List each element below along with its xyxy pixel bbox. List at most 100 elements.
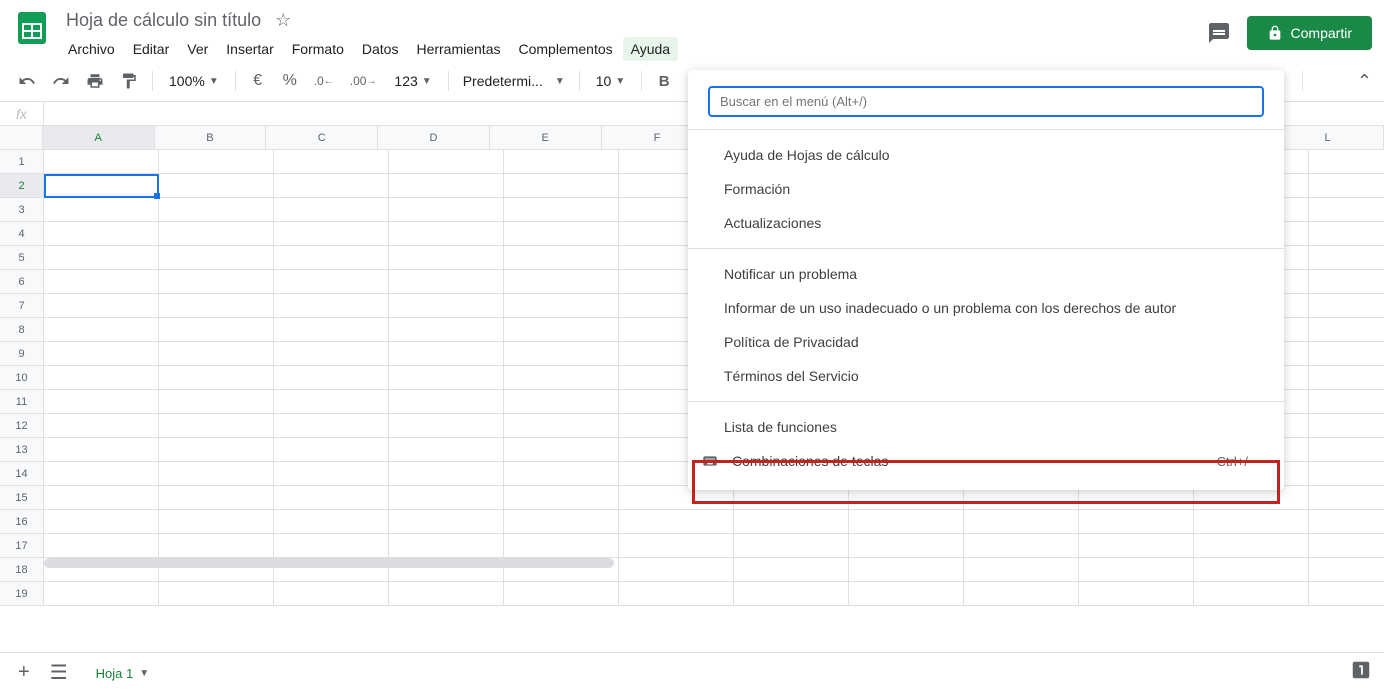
cell[interactable] — [1194, 510, 1309, 534]
cell[interactable] — [274, 198, 389, 222]
cell[interactable] — [504, 486, 619, 510]
cell[interactable] — [1309, 198, 1384, 222]
column-header[interactable]: D — [378, 126, 490, 149]
row-header[interactable]: 3 — [0, 198, 44, 222]
column-header[interactable]: B — [155, 126, 267, 149]
cell[interactable] — [274, 318, 389, 342]
cell[interactable] — [504, 222, 619, 246]
cell[interactable] — [274, 438, 389, 462]
collapse-toolbar-icon[interactable]: ⌃ — [1357, 71, 1372, 92]
cell[interactable] — [1309, 534, 1384, 558]
cell[interactable] — [734, 582, 849, 606]
row-header[interactable]: 17 — [0, 534, 44, 558]
cell[interactable] — [159, 510, 274, 534]
cell[interactable] — [1309, 174, 1384, 198]
cell[interactable] — [274, 510, 389, 534]
help-item[interactable]: Notificar un problema — [688, 257, 1284, 291]
cell[interactable] — [1309, 462, 1384, 486]
help-item[interactable]: Formación — [688, 172, 1284, 206]
cell[interactable] — [849, 534, 964, 558]
row-header[interactable]: 18 — [0, 558, 44, 582]
cell[interactable] — [619, 510, 734, 534]
cell[interactable] — [1309, 414, 1384, 438]
comments-icon[interactable] — [1207, 21, 1231, 45]
cell[interactable] — [734, 558, 849, 582]
cell[interactable] — [44, 414, 159, 438]
help-item[interactable]: Actualizaciones — [688, 206, 1284, 240]
cell[interactable] — [159, 294, 274, 318]
cell[interactable] — [964, 558, 1079, 582]
help-item[interactable]: Política de Privacidad — [688, 325, 1284, 359]
sheets-logo[interactable] — [12, 8, 52, 48]
cell[interactable] — [159, 462, 274, 486]
cell[interactable] — [44, 510, 159, 534]
cell[interactable] — [44, 390, 159, 414]
cell[interactable] — [504, 270, 619, 294]
share-button[interactable]: Compartir — [1247, 16, 1372, 50]
cell[interactable] — [1309, 366, 1384, 390]
cell[interactable] — [389, 270, 504, 294]
row-header[interactable]: 5 — [0, 246, 44, 270]
cell[interactable] — [389, 246, 504, 270]
cell[interactable] — [1309, 438, 1384, 462]
cell[interactable] — [389, 366, 504, 390]
cell[interactable] — [849, 510, 964, 534]
cell[interactable] — [159, 342, 274, 366]
cell[interactable] — [274, 246, 389, 270]
menu-item-insertar[interactable]: Insertar — [218, 37, 281, 61]
cell[interactable] — [159, 414, 274, 438]
row-header[interactable]: 11 — [0, 390, 44, 414]
cell[interactable] — [44, 438, 159, 462]
row-header[interactable]: 12 — [0, 414, 44, 438]
cell[interactable] — [274, 222, 389, 246]
cell[interactable] — [389, 390, 504, 414]
cell[interactable] — [274, 390, 389, 414]
cell[interactable] — [389, 342, 504, 366]
horizontal-scrollbar[interactable] — [44, 558, 614, 568]
cell[interactable] — [964, 582, 1079, 606]
zoom-select[interactable]: 100%▼ — [161, 69, 227, 93]
undo-icon[interactable] — [12, 67, 42, 95]
cell[interactable] — [159, 318, 274, 342]
cell[interactable] — [159, 582, 274, 606]
help-item[interactable]: Informar de un uso inadecuado o un probl… — [688, 291, 1284, 325]
cell[interactable] — [504, 510, 619, 534]
row-header[interactable]: 16 — [0, 510, 44, 534]
cell[interactable] — [159, 174, 274, 198]
all-sheets-button[interactable]: ☰ — [44, 654, 74, 691]
cell[interactable] — [44, 198, 159, 222]
cell[interactable] — [274, 366, 389, 390]
cell[interactable] — [619, 558, 734, 582]
menu-item-datos[interactable]: Datos — [354, 37, 407, 61]
cell[interactable] — [159, 438, 274, 462]
row-header[interactable]: 8 — [0, 318, 44, 342]
cell[interactable] — [849, 582, 964, 606]
cell[interactable] — [389, 582, 504, 606]
cell[interactable] — [389, 198, 504, 222]
add-sheet-button[interactable]: + — [12, 655, 36, 690]
cell[interactable] — [1309, 486, 1384, 510]
cell[interactable] — [504, 294, 619, 318]
row-header[interactable]: 1 — [0, 150, 44, 174]
help-item-functions[interactable]: Lista de funciones — [688, 410, 1284, 444]
column-header[interactable]: C — [266, 126, 378, 149]
cell[interactable] — [274, 294, 389, 318]
cell[interactable] — [1194, 582, 1309, 606]
star-icon[interactable]: ☆ — [275, 10, 291, 31]
row-header[interactable]: 13 — [0, 438, 44, 462]
menu-item-herramientas[interactable]: Herramientas — [408, 37, 508, 61]
row-header[interactable]: 19 — [0, 582, 44, 606]
cell[interactable] — [1309, 510, 1384, 534]
cell[interactable] — [274, 174, 389, 198]
cell[interactable] — [504, 366, 619, 390]
cell[interactable] — [1079, 582, 1194, 606]
row-header[interactable]: 9 — [0, 342, 44, 366]
currency-button[interactable]: € — [244, 67, 272, 95]
cell[interactable] — [1194, 558, 1309, 582]
cell[interactable] — [734, 510, 849, 534]
explore-button[interactable] — [1350, 659, 1372, 686]
cell[interactable] — [159, 534, 274, 558]
cell[interactable] — [274, 462, 389, 486]
cell[interactable] — [504, 534, 619, 558]
cell[interactable] — [159, 198, 274, 222]
